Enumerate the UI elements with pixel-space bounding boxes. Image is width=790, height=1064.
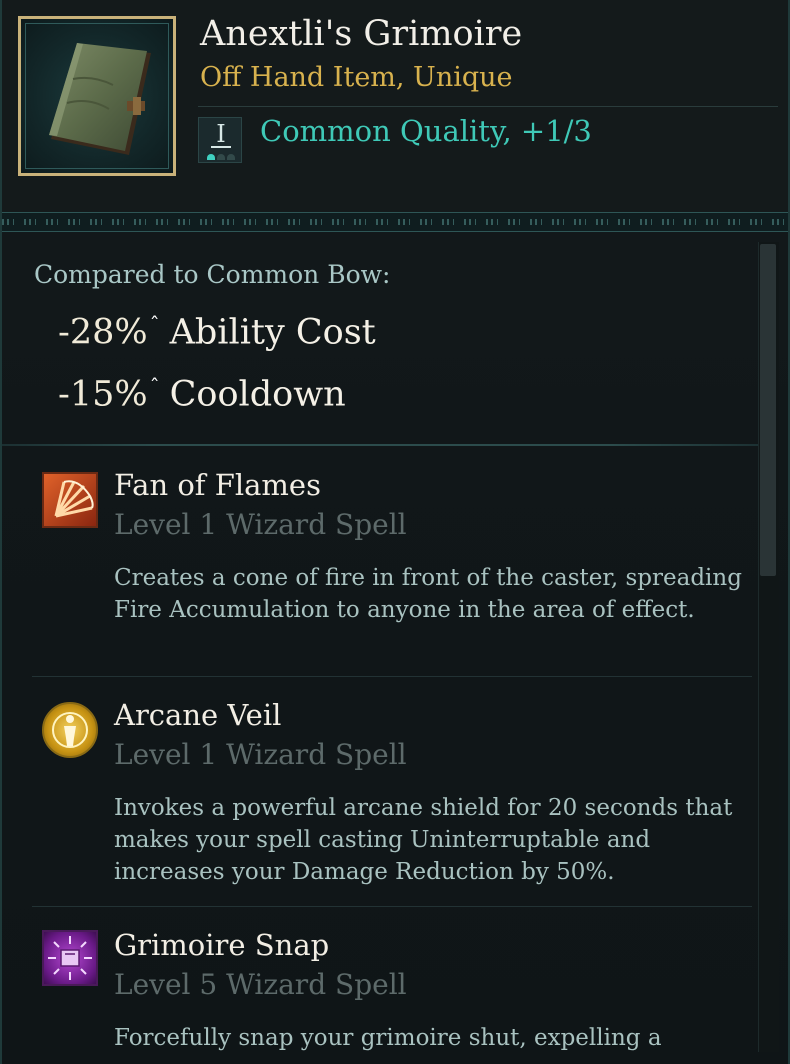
header-divider (198, 106, 778, 107)
spell-description: Invokes a powerful arcane shield for 20 … (114, 795, 733, 885)
stat-label: Ability Cost (169, 312, 376, 353)
spell-description: Forcefully snap your grimoire shut, expe… (114, 1025, 662, 1051)
section-divider (2, 444, 762, 446)
spell-level: Level 5 Wizard Spell (114, 968, 407, 1001)
tier-badge: I (198, 117, 242, 163)
item-portrait (18, 16, 176, 176)
quality-pip-empty (217, 154, 225, 160)
decorative-pattern-band (2, 212, 788, 232)
spell-description: Creates a cone of fire in front of the c… (114, 565, 742, 623)
tier-underline (211, 146, 231, 148)
item-tooltip-panel: Anextli's Grimoire Off Hand Item, Unique… (0, 0, 790, 1064)
spell-name: Grimoire Snap (114, 928, 330, 962)
item-quality: Common Quality, +1/3 (260, 114, 592, 148)
grimoire-book-icon (49, 43, 151, 155)
spell-name: Fan of Flames (114, 468, 321, 502)
spell-separator (32, 906, 752, 907)
stat-arrow-icon: ˆ (149, 312, 160, 336)
tier-numeral: I (216, 120, 226, 148)
spell-level: Level 1 Wizard Spell (114, 738, 407, 771)
fan-of-flames-icon (42, 472, 98, 528)
comparison-label: Compared to Common Bow: (34, 260, 391, 289)
spell-separator (32, 676, 752, 677)
item-type: Off Hand Item, Unique (200, 62, 513, 93)
quality-pip-filled (207, 154, 215, 160)
item-header: Anextli's Grimoire Off Hand Item, Unique… (2, 0, 788, 212)
stat-value: -15% (58, 374, 148, 415)
arcane-veil-icon (42, 702, 98, 758)
stat-value: -28% (58, 312, 148, 353)
stat-cooldown: -15% ˆ Cooldown (58, 374, 346, 415)
item-name: Anextli's Grimoire (200, 14, 523, 54)
spell-entry-fan-of-flames: Fan of Flames Level 1 Wizard Spell Creat… (2, 460, 762, 670)
spell-level: Level 1 Wizard Spell (114, 508, 407, 541)
stat-label: Cooldown (169, 374, 346, 415)
quality-pip-empty (227, 154, 235, 160)
spell-entry-grimoire-snap: Grimoire Snap Level 5 Wizard Spell Force… (2, 920, 762, 1064)
scrollbar-thumb[interactable] (760, 244, 776, 576)
stat-ability-cost: -28% ˆ Ability Cost (58, 312, 376, 353)
spell-entry-arcane-veil: Arcane Veil Level 1 Wizard Spell Invokes… (2, 690, 762, 900)
grimoire-snap-icon (42, 930, 98, 986)
spell-name: Arcane Veil (114, 698, 282, 732)
stat-arrow-icon: ˆ (149, 374, 160, 398)
